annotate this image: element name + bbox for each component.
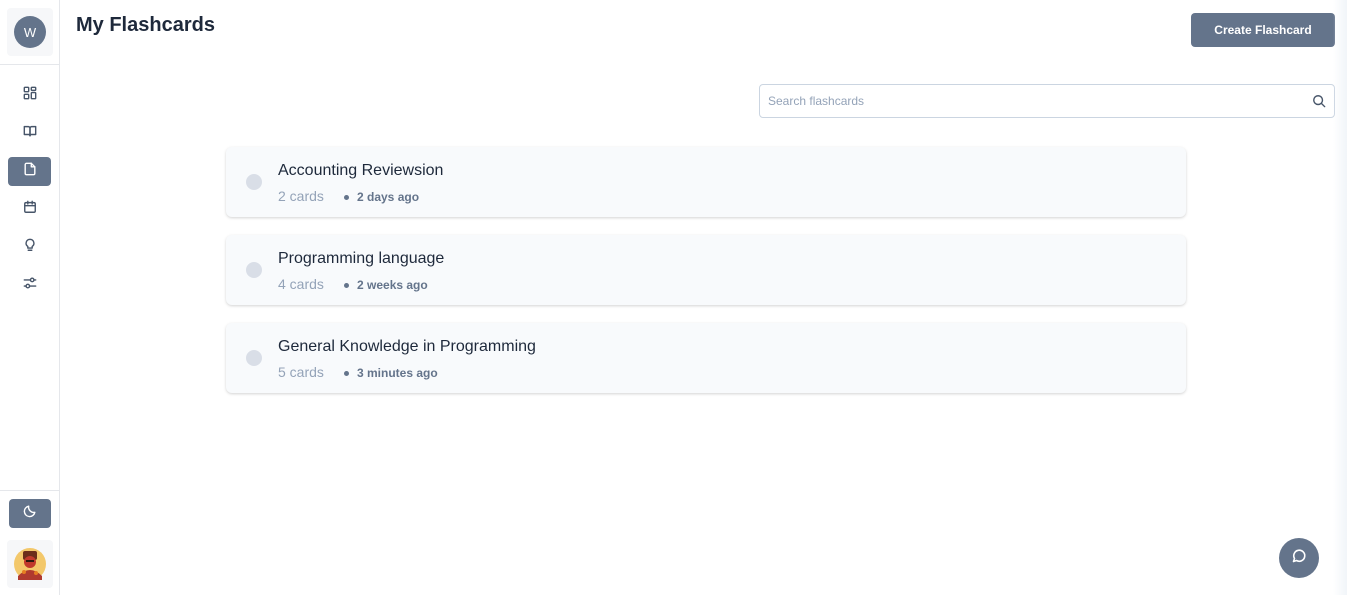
lightbulb-icon bbox=[23, 238, 37, 257]
message-circle-icon bbox=[1291, 548, 1307, 569]
sidebar-item-dashboard[interactable] bbox=[8, 81, 51, 110]
search-box bbox=[759, 84, 1335, 118]
flashcard-count: 5 cards bbox=[278, 364, 324, 380]
select-radio[interactable] bbox=[246, 350, 262, 366]
sidebar: W bbox=[0, 0, 60, 595]
flashcard-item[interactable]: General Knowledge in Programming 5 cards… bbox=[226, 323, 1186, 393]
calendar-icon bbox=[23, 200, 37, 219]
workspace-avatar-button[interactable]: W bbox=[7, 8, 53, 56]
flashcard-time: 2 weeks ago bbox=[357, 278, 428, 292]
app-root: W My Flashcards Create Flashcard Search … bbox=[0, 0, 1347, 595]
separator-dot bbox=[344, 371, 349, 376]
user-avatar-button[interactable] bbox=[7, 540, 53, 588]
scroll-edge-shadow bbox=[1333, 0, 1347, 595]
create-flashcard-button[interactable]: Create Flashcard bbox=[1191, 13, 1335, 47]
book-open-icon bbox=[23, 124, 37, 143]
flashcard-title: Programming language bbox=[278, 250, 445, 267]
page-title: My Flashcards bbox=[76, 14, 215, 36]
sidebar-item-calendar[interactable] bbox=[8, 195, 51, 224]
grid-icon bbox=[23, 86, 37, 105]
search-input[interactable] bbox=[768, 85, 1308, 117]
chat-button[interactable] bbox=[1279, 538, 1319, 578]
sidebar-item-flashcards[interactable] bbox=[8, 157, 51, 186]
sliders-icon bbox=[23, 276, 37, 295]
search-icon[interactable] bbox=[1312, 94, 1326, 108]
sidebar-item-library[interactable] bbox=[8, 119, 51, 148]
theme-toggle-button[interactable] bbox=[9, 499, 51, 528]
flashcard-count: 4 cards bbox=[278, 276, 324, 292]
separator-dot bbox=[344, 195, 349, 200]
file-icon bbox=[23, 162, 37, 181]
sidebar-divider bbox=[0, 64, 59, 65]
user-photo bbox=[14, 548, 46, 580]
flashcard-item[interactable]: Accounting Reviewsion 2 cards 2 days ago bbox=[226, 147, 1186, 217]
separator-dot bbox=[344, 283, 349, 288]
sidebar-divider-bottom bbox=[0, 490, 59, 491]
flashcard-time: 3 minutes ago bbox=[357, 366, 438, 380]
flashcard-count: 2 cards bbox=[278, 188, 324, 204]
workspace-avatar: W bbox=[14, 16, 46, 48]
sidebar-item-settings[interactable] bbox=[8, 271, 51, 300]
sidebar-item-ideas[interactable] bbox=[8, 233, 51, 262]
flashcard-item[interactable]: Programming language 4 cards 2 weeks ago bbox=[226, 235, 1186, 305]
select-radio[interactable] bbox=[246, 262, 262, 278]
select-radio[interactable] bbox=[246, 174, 262, 190]
moon-icon bbox=[23, 504, 37, 523]
flashcard-title: Accounting Reviewsion bbox=[278, 162, 444, 179]
flashcard-time: 2 days ago bbox=[357, 190, 420, 204]
flashcard-title: General Knowledge in Programming bbox=[278, 338, 536, 355]
